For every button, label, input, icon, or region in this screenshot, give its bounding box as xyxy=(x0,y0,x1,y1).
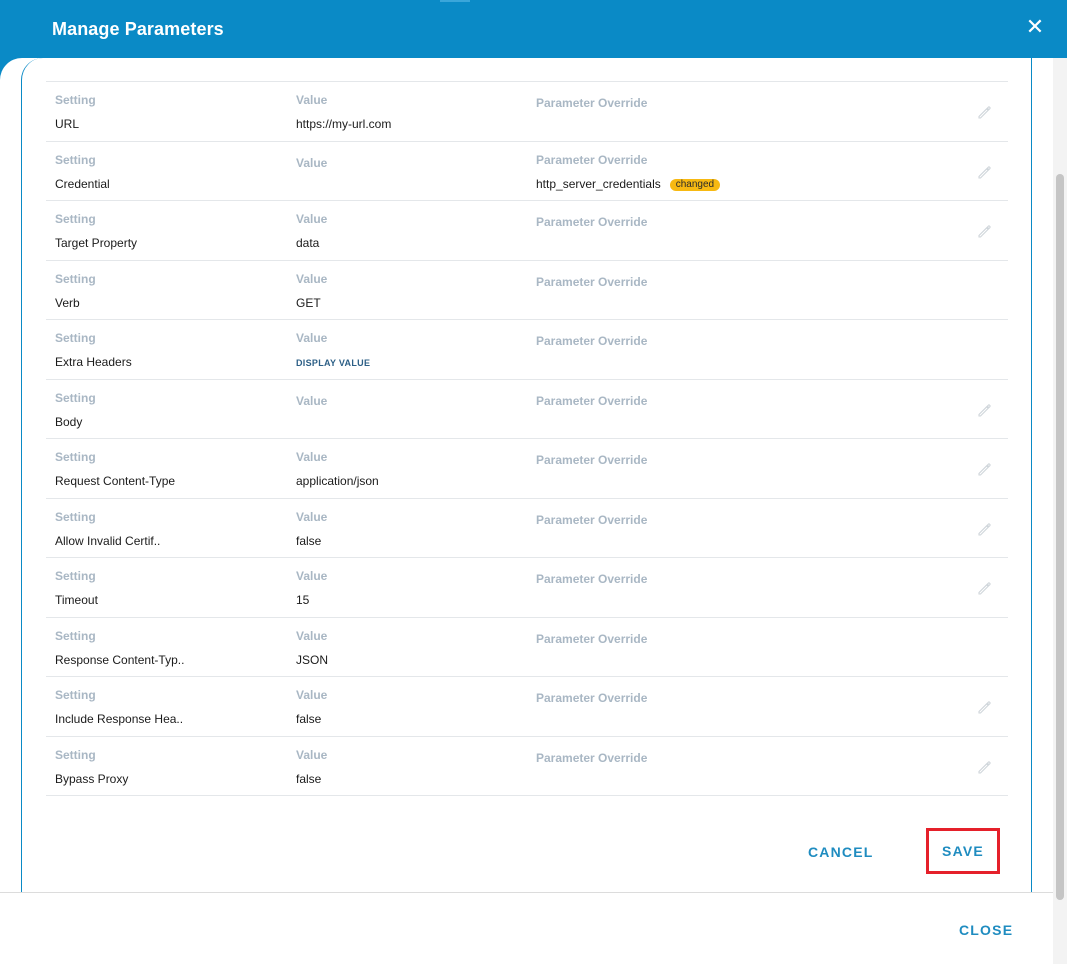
table-row: Setting Request Content-Type Value applicat… xyxy=(46,439,1008,499)
value-label: Value xyxy=(296,569,328,583)
pencil-icon[interactable] xyxy=(976,164,992,180)
setting-name: Include Response Hea.. xyxy=(55,712,184,726)
value-label: Value xyxy=(296,628,328,643)
table-row: Setting Response Content-Typ.. Value JSON Pa… xyxy=(46,618,1008,677)
value-label: Value xyxy=(296,450,328,464)
override-label: Parameter Override xyxy=(536,750,648,765)
setting-value: JSON xyxy=(296,652,329,667)
setting-name: Response Content-Typ.. xyxy=(55,652,185,667)
table-row: Setting Allow Invalid Certif.. Value false P… xyxy=(46,499,1008,558)
table-row: Setting Verb Value GET Parameter Override xyxy=(46,261,1008,320)
override-text: http_server_credentials xyxy=(536,176,661,191)
setting-name: Bypass Proxy xyxy=(55,771,129,786)
value-label: Value xyxy=(296,93,328,107)
close-icon[interactable]: ✕ xyxy=(1025,16,1045,38)
dialog-header: Manage Parameters ✕ xyxy=(0,0,1067,58)
override-label: Parameter Override xyxy=(536,274,648,289)
value-label: Value xyxy=(296,509,328,524)
setting-name: Body xyxy=(55,414,83,429)
setting-value: GET xyxy=(296,295,321,310)
value-label: Value xyxy=(296,688,328,702)
setting-label: Setting xyxy=(55,628,96,643)
close-button[interactable]: CLOSE xyxy=(959,922,1013,938)
value-label: Value xyxy=(296,331,328,345)
setting-name: URL xyxy=(55,117,80,131)
setting-value: application/json xyxy=(296,474,379,488)
override-value: http_server_credentials changed xyxy=(536,176,721,191)
table-row: Setting Target Property Value data Parameter… xyxy=(46,201,1008,261)
save-button[interactable]: SAVE xyxy=(926,828,1000,874)
table-row: Setting Body Value Parameter Override xyxy=(46,380,1008,439)
override-label: Parameter Override xyxy=(536,393,648,408)
dialog-footer xyxy=(0,892,1053,964)
setting-label: Setting xyxy=(55,509,96,524)
scrollbar-thumb[interactable] xyxy=(1056,174,1064,900)
pencil-icon[interactable] xyxy=(976,759,992,775)
setting-label: Setting xyxy=(55,747,96,762)
override-label: Parameter Override xyxy=(536,152,648,167)
setting-value: https://my-url.com xyxy=(296,117,392,131)
table-row: Setting Extra Headers Value DISPLAY VALUE Pa… xyxy=(46,320,1008,380)
setting-name: Target Property xyxy=(55,236,138,250)
pencil-icon[interactable] xyxy=(976,223,992,239)
pencil-icon[interactable] xyxy=(976,104,992,120)
override-label: Parameter Override xyxy=(536,96,648,110)
override-label: Parameter Override xyxy=(536,631,648,646)
setting-name: Timeout xyxy=(55,593,98,607)
value-label: Value xyxy=(296,155,328,170)
table-row: Setting Include Response Hea.. Value false P… xyxy=(46,677,1008,737)
pencil-icon[interactable] xyxy=(976,461,992,477)
setting-label: Setting xyxy=(55,390,96,405)
setting-label: Setting xyxy=(55,688,96,702)
value-label: Value xyxy=(296,393,328,408)
pencil-icon[interactable] xyxy=(976,699,992,715)
pencil-icon[interactable] xyxy=(976,521,992,537)
setting-name: Request Content-Type xyxy=(55,474,176,488)
override-label: Parameter Override xyxy=(536,691,648,705)
setting-label: Setting xyxy=(55,271,96,286)
setting-value: false xyxy=(296,533,322,548)
override-label: Parameter Override xyxy=(536,453,648,467)
value-label: Value xyxy=(296,747,328,762)
setting-label: Setting xyxy=(55,331,96,345)
pencil-icon[interactable] xyxy=(976,402,992,418)
setting-name: Verb xyxy=(55,295,80,310)
table-row: Setting URL Value https://my-url.com Paramet… xyxy=(46,82,1008,142)
setting-label: Setting xyxy=(55,152,96,167)
display-value-link[interactable]: DISPLAY VALUE xyxy=(296,358,370,368)
setting-label: Setting xyxy=(55,93,96,107)
value-label: Value xyxy=(296,271,328,286)
override-label: Parameter Override xyxy=(536,334,648,348)
setting-value: false xyxy=(296,771,322,786)
setting-label: Setting xyxy=(55,450,96,464)
setting-name: Allow Invalid Certif.. xyxy=(55,533,161,548)
scrollbar[interactable] xyxy=(1053,58,1067,964)
parameters-table: Setting URL Value https://my-url.com Paramet… xyxy=(46,81,1008,796)
value-label: Value xyxy=(296,212,328,226)
pencil-icon[interactable] xyxy=(976,580,992,596)
setting-value: false xyxy=(296,712,322,726)
setting-label: Setting xyxy=(55,569,96,583)
setting-name: Credential xyxy=(55,176,110,191)
header-notch xyxy=(440,0,470,2)
setting-value: data xyxy=(296,236,320,250)
table-row: Setting Bypass Proxy Value false Parameter O… xyxy=(46,737,1008,796)
table-row: Setting Timeout Value 15 Parameter Override xyxy=(46,558,1008,618)
override-label: Parameter Override xyxy=(536,512,648,527)
dialog-title: Manage Parameters xyxy=(52,19,224,39)
cancel-button[interactable]: CANCEL xyxy=(808,844,874,860)
setting-name: Extra Headers xyxy=(55,355,132,369)
override-label: Parameter Override xyxy=(536,215,648,229)
changed-badge: changed xyxy=(669,178,721,191)
setting-label: Setting xyxy=(55,212,96,226)
override-label: Parameter Override xyxy=(536,572,648,586)
setting-value: 15 xyxy=(296,593,310,607)
parameters-panel: Setting URL Value https://my-url.com Paramet… xyxy=(21,58,1032,892)
table-row: Setting Credential Value Parameter Override… xyxy=(46,142,1008,201)
